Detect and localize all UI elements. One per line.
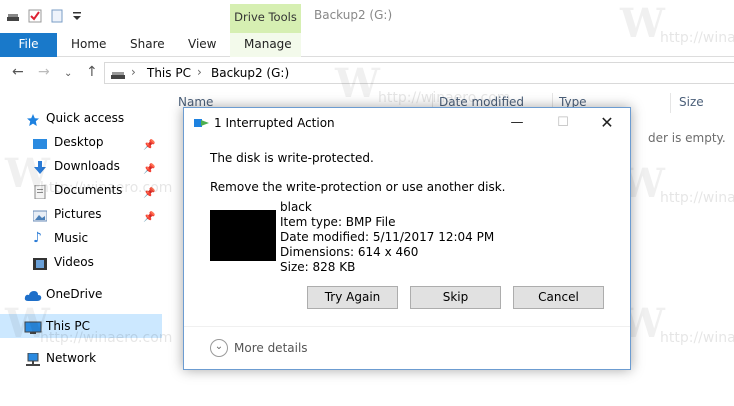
file-name: black — [280, 200, 312, 214]
dialog-divider — [184, 326, 630, 327]
desktop-icon — [33, 135, 47, 149]
forward-arrow-icon[interactable]: → — [38, 64, 50, 80]
try-again-button[interactable]: Try Again — [307, 286, 398, 309]
drive-icon[interactable] — [6, 9, 20, 23]
tab-file[interactable]: File — [0, 33, 57, 57]
navigation-pane: Quick access Desktop 📌 Downloads 📌 Docum… — [0, 92, 162, 406]
watermark-logo: W — [620, 0, 665, 47]
chevron-right-icon[interactable]: › — [197, 65, 202, 79]
file-size: Size: 828 KB — [280, 260, 356, 274]
chevron-right-icon[interactable]: › — [131, 65, 136, 79]
chevron-down-icon[interactable]: ⌄ — [210, 339, 228, 357]
column-header-size[interactable]: Size — [679, 95, 704, 109]
sidebar-item-pictures[interactable]: Pictures 📌 — [0, 202, 162, 226]
music-icon: ♪ — [33, 230, 42, 246]
watermark-logo: W — [335, 60, 380, 107]
network-icon — [24, 351, 42, 366]
recent-locations-icon[interactable]: ⌄ — [64, 68, 72, 79]
minimize-button[interactable]: — — [494, 110, 540, 136]
quick-access-toolbar — [6, 6, 86, 26]
cancel-button[interactable]: Cancel — [513, 286, 604, 309]
tab-manage[interactable]: Manage — [244, 33, 292, 57]
cloud-icon — [24, 287, 42, 301]
videos-icon — [33, 255, 47, 270]
more-details-link[interactable]: More details — [234, 341, 308, 355]
new-folder-icon[interactable] — [50, 9, 64, 23]
dialog-instruction: Remove the write-protection or use anoth… — [210, 180, 506, 194]
file-date-modified: Date modified: 5/11/2017 12:04 PM — [280, 230, 495, 244]
watermark-text: http://winaero.com — [40, 330, 173, 346]
up-arrow-icon[interactable]: ↑ — [86, 64, 98, 80]
dialog-title: 1 Interrupted Action — [214, 116, 335, 130]
star-icon — [26, 111, 40, 126]
address-bar[interactable]: › This PC › Backup2 (G:) — [104, 62, 734, 84]
watermark-text: http://winaero.com — [660, 190, 734, 206]
maximize-button[interactable]: ☐ — [540, 110, 586, 136]
window-title: Backup2 (G:) — [314, 8, 393, 22]
watermark-text: http://winaero.com — [660, 30, 734, 46]
tab-share[interactable]: Share — [130, 33, 165, 57]
properties-icon[interactable] — [28, 9, 42, 23]
column-divider[interactable] — [670, 93, 671, 113]
tab-view[interactable]: View — [188, 33, 216, 57]
dialog-message: The disk is write-protected. — [210, 151, 374, 165]
file-item-type: Item type: BMP File — [280, 215, 396, 229]
sidebar-item-quick-access[interactable]: Quick access — [0, 106, 162, 130]
file-transfer-icon — [194, 116, 210, 130]
drive-icon — [111, 69, 125, 83]
watermark-text: http://winaero.com — [660, 330, 734, 346]
file-dimensions: Dimensions: 614 x 460 — [280, 245, 419, 259]
watermark-text: http://winaero.com — [40, 180, 173, 196]
breadcrumb-backup2[interactable]: Backup2 (G:) — [211, 66, 289, 80]
close-button[interactable]: ✕ — [584, 110, 630, 136]
drive-tools-context-tab: Drive Tools — [230, 4, 301, 33]
customize-toolbar-icon[interactable] — [72, 9, 86, 23]
watermark-text: http://winaero.com — [378, 90, 511, 106]
sidebar-item-videos[interactable]: Videos — [0, 250, 162, 274]
sidebar-item-network[interactable]: Network — [0, 346, 162, 370]
skip-button[interactable]: Skip — [410, 286, 501, 309]
back-arrow-icon[interactable]: ← — [12, 64, 24, 80]
interrupted-action-dialog: 1 Interrupted Action — ☐ ✕ The disk is w… — [183, 107, 631, 370]
tab-home[interactable]: Home — [71, 33, 106, 57]
explorer-window: Drive Tools Backup2 (G:) File Home Share… — [0, 0, 734, 406]
empty-folder-text: der is empty. — [648, 131, 726, 145]
breadcrumb-this-pc[interactable]: This PC — [147, 66, 191, 80]
sidebar-item-music[interactable]: ♪ Music — [0, 226, 162, 250]
file-thumbnail — [210, 210, 276, 261]
pictures-icon — [32, 207, 48, 222]
